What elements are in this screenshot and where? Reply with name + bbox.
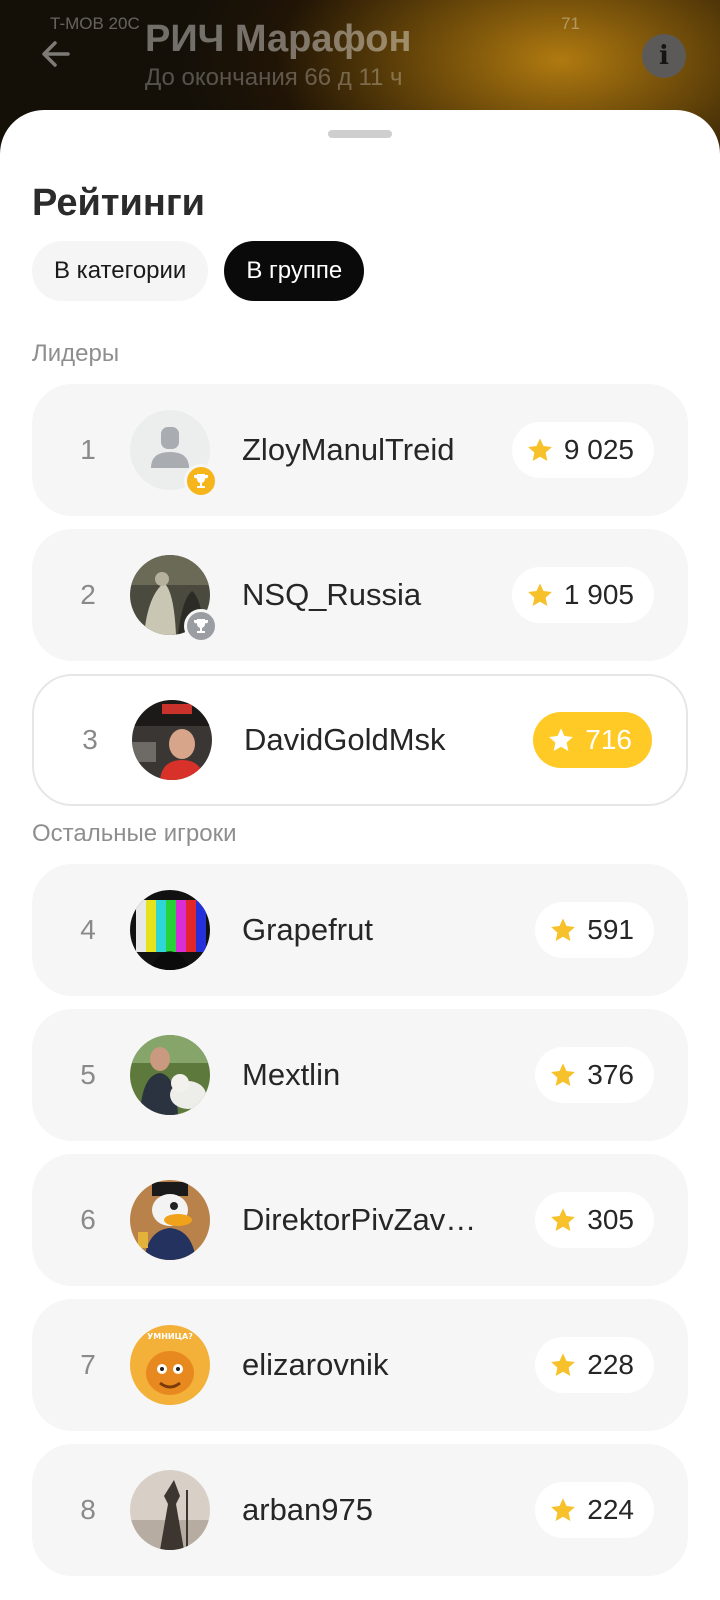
player-name: elizarovnik xyxy=(242,1347,389,1382)
player-row-7[interactable]: 7 УМНИЦА? elizarovnik 228 xyxy=(32,1299,688,1431)
page-title: РИЧ Марафон xyxy=(145,18,412,60)
info-button[interactable]: i xyxy=(642,34,686,78)
star-icon xyxy=(551,1353,576,1376)
rank-number: 5 xyxy=(80,1059,96,1090)
rank-number: 2 xyxy=(80,579,96,610)
player-name: DavidGoldMsk xyxy=(244,722,446,757)
star-icon xyxy=(551,1063,576,1086)
player-name: Grapefrut xyxy=(242,912,373,947)
avatar xyxy=(130,1470,210,1550)
score-badge: 1 905 xyxy=(511,567,654,623)
avatar xyxy=(130,890,210,970)
rank-number: 3 xyxy=(82,724,98,755)
avatar xyxy=(130,1180,210,1260)
score-badge: 716 xyxy=(533,712,652,768)
score-value: 376 xyxy=(587,1059,634,1090)
rank-number: 8 xyxy=(80,1494,96,1525)
player-name: Mextlin xyxy=(242,1057,341,1092)
player-name: arban975 xyxy=(242,1492,374,1527)
avatar: УМНИЦА? xyxy=(130,1325,210,1405)
rating-tabs: В категории В группе xyxy=(32,241,365,301)
score-badge: 591 xyxy=(535,902,654,958)
arrow-left-icon xyxy=(42,41,70,67)
player-row-5[interactable]: 5 Mextlin 376 xyxy=(32,1009,688,1141)
info-icon: i xyxy=(659,41,669,71)
avatar xyxy=(130,1035,210,1115)
rank-number: 1 xyxy=(80,434,96,465)
score-value: 1 905 xyxy=(563,579,634,610)
ratings-sheet: Рейтинги В категории В группе Лидеры 1 Z… xyxy=(0,110,720,1600)
tab-category[interactable]: В категории xyxy=(32,241,209,301)
score-value: 716 xyxy=(585,724,632,755)
player-name: NSQ_Russia xyxy=(242,577,422,612)
star-icon xyxy=(528,438,552,461)
star-icon xyxy=(551,918,576,941)
avatar-caption: УМНИЦА? xyxy=(147,1332,193,1341)
battery-label: 71 xyxy=(561,14,580,33)
trophy-icon xyxy=(184,464,218,498)
leaders-label: Лидеры xyxy=(32,340,120,367)
back-button[interactable] xyxy=(34,32,78,76)
star-icon xyxy=(528,583,552,606)
trophy-icon xyxy=(184,609,218,643)
rank-number: 7 xyxy=(80,1349,96,1380)
score-value: 9 025 xyxy=(563,434,634,465)
player-row-6[interactable]: 6 DirektorPivZav… 305 xyxy=(32,1154,688,1286)
leader-row-2[interactable]: 2 NSQ_Russia 1 905 xyxy=(32,529,688,661)
score-value: 224 xyxy=(587,1494,634,1525)
rank-number: 4 xyxy=(80,914,96,945)
score-value: 228 xyxy=(587,1349,634,1380)
star-icon xyxy=(551,1498,576,1521)
rank-number: 6 xyxy=(80,1204,96,1235)
score-badge: 228 xyxy=(535,1337,654,1393)
tab-group[interactable]: В группе xyxy=(224,241,365,301)
ratings-title: Рейтинги xyxy=(32,182,206,224)
score-badge: 224 xyxy=(535,1482,654,1538)
player-row-4[interactable]: 4 Grapefrut 591 xyxy=(32,864,688,996)
carrier-label: T-MOB 20C xyxy=(50,14,140,33)
star-icon xyxy=(551,1208,576,1231)
player-row-8[interactable]: 8 arban975 224 xyxy=(32,1444,688,1576)
others-label: Остальные игроки xyxy=(32,820,237,847)
sheet-grabber[interactable] xyxy=(328,130,392,138)
leader-row-1[interactable]: 1 ZloyManulTreid 9 025 xyxy=(32,384,688,516)
star-icon xyxy=(549,728,574,751)
avatar xyxy=(132,700,212,780)
score-badge: 9 025 xyxy=(511,422,654,478)
score-badge: 376 xyxy=(535,1047,654,1103)
player-name: DirektorPivZav… xyxy=(242,1202,477,1237)
leader-row-3[interactable]: 3 DavidGoldMsk 716 xyxy=(32,674,688,806)
player-name: ZloyManulTreid xyxy=(242,432,455,467)
countdown-text: До окончания 66 д 11 ч xyxy=(145,64,403,91)
score-value: 305 xyxy=(587,1204,634,1235)
score-badge: 305 xyxy=(535,1192,654,1248)
score-value: 591 xyxy=(587,914,634,945)
